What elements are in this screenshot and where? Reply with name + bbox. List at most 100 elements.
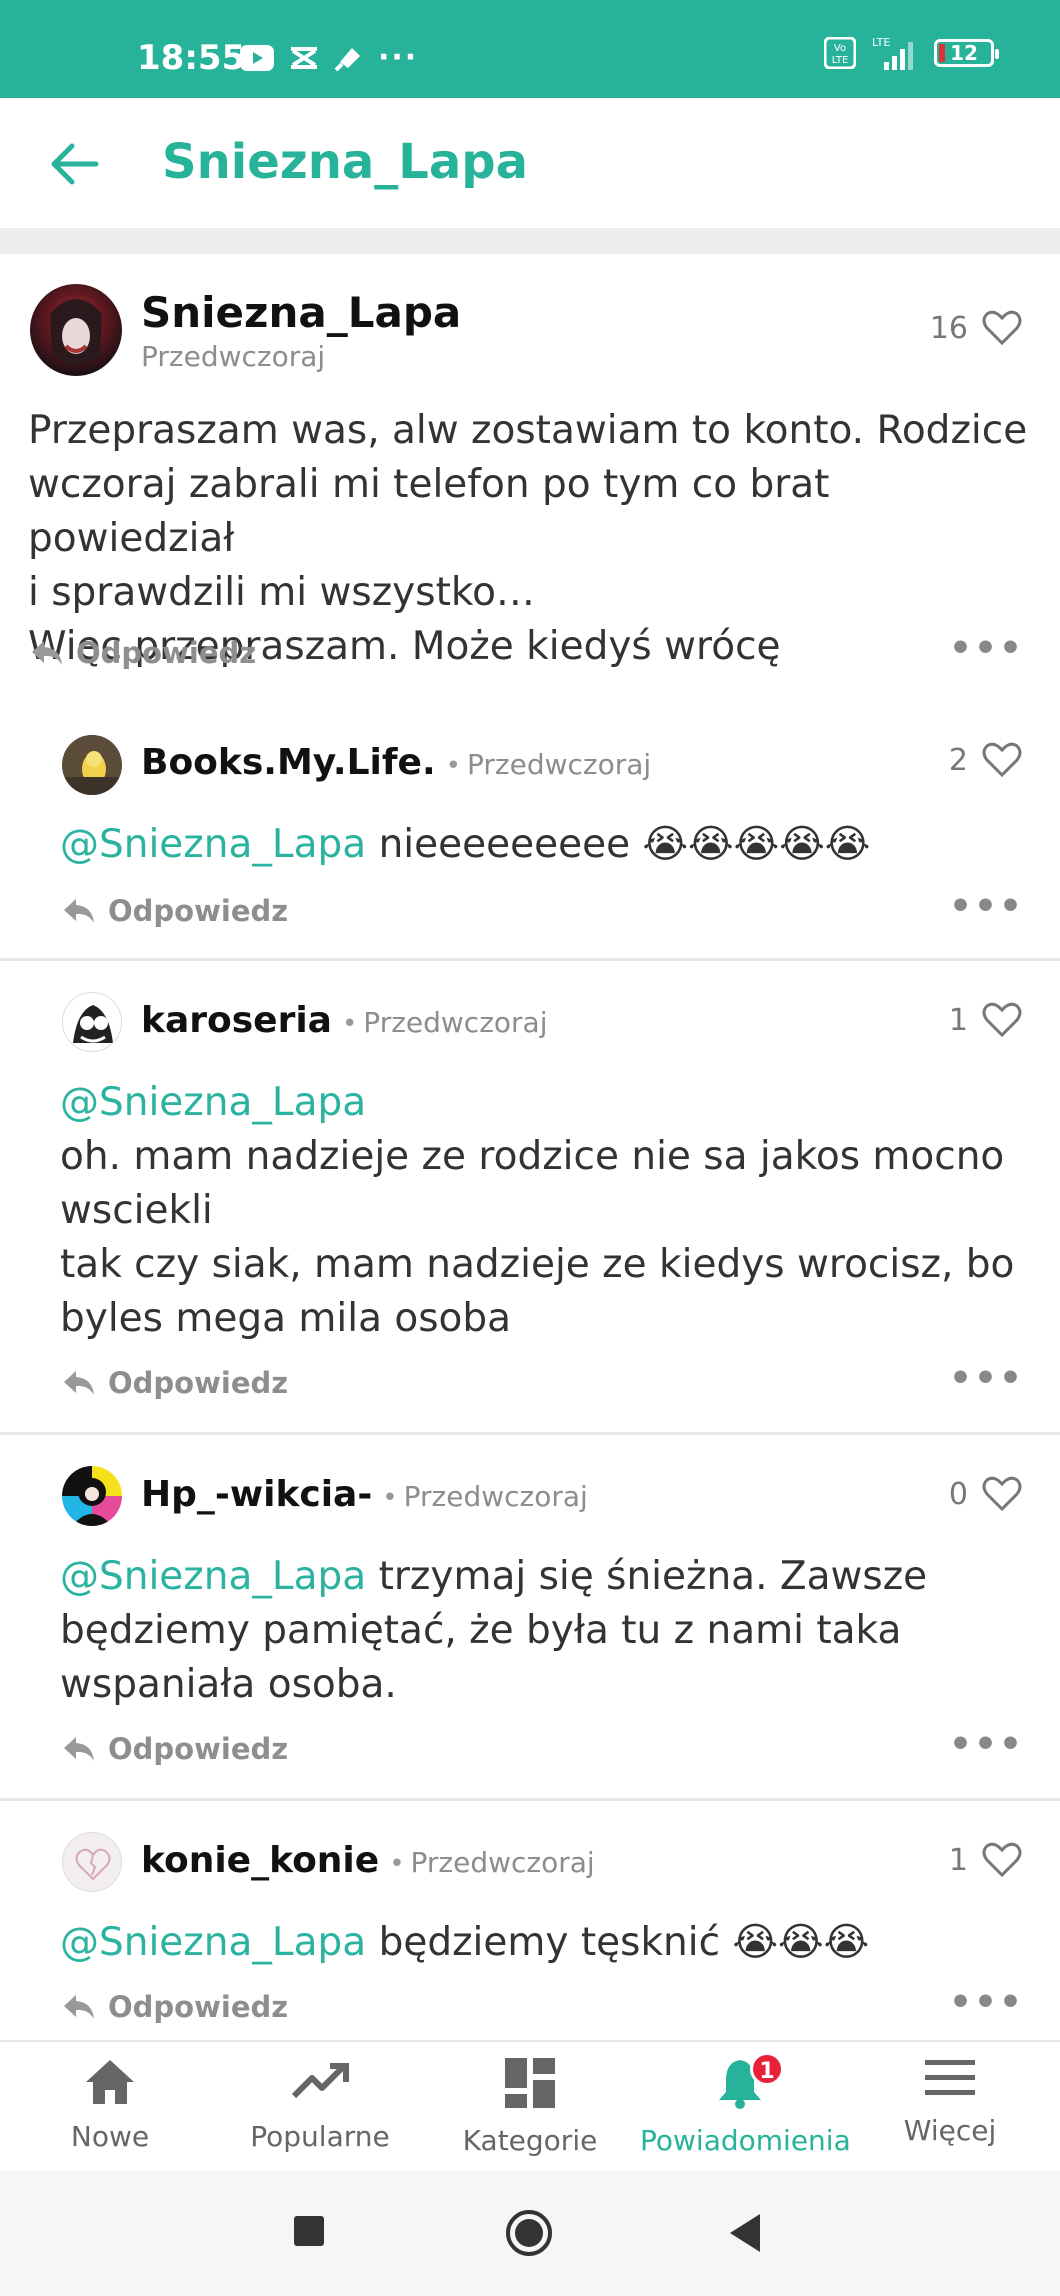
avatar[interactable] [62,1466,122,1526]
notification-badge: 1 [750,2052,784,2086]
comment-line: tak czy siak, mam nadzieje ze kiedys wro… [60,1242,1015,1287]
trending-icon [291,2063,349,2099]
nav-item-wiecej[interactable]: Więcej [850,2056,1050,2147]
reply-label: Odpowiedz [108,1732,289,1766]
more-options-icon[interactable]: ••• [949,886,1024,927]
like-count: 0 [948,1476,968,1512]
like-count: 1 [948,1002,968,1038]
mention-link[interactable]: @Sniezna_Lapa [60,1076,1040,1130]
post-author[interactable]: Sniezna_Lapa [141,288,461,337]
nav-item-nowe[interactable]: Nowe [10,2056,210,2153]
comment-author[interactable]: konie_konie [141,1840,379,1881]
back-button-icon[interactable] [726,2212,764,2254]
avatar[interactable] [62,992,122,1052]
nav-label: Nowe [70,2120,150,2153]
comment-body: @Sniezna_Lapa nieeeeeeeee 😭😭😭😭😭 [60,818,1040,872]
comment-author[interactable]: Hp_-wikcia- [141,1474,372,1515]
avatar[interactable] [30,284,122,376]
like-group[interactable]: 1 [949,1842,1022,1878]
battery-icon: 12 [934,39,999,67]
heart-icon[interactable] [982,1842,1022,1878]
comment-time: Przedwczoraj [467,748,652,781]
post-line: i sprawdzili mi wszystko… [28,570,535,615]
post-body: Przepraszam was, alw zostawiam to konto.… [28,404,1038,674]
like-group[interactable]: 0 [949,1476,1022,1512]
youtube-icon [240,44,274,71]
header-divider [0,228,1060,254]
nav-item-kategorie[interactable]: Kategorie [430,2056,630,2157]
nav-label: Kategorie [462,2124,598,2157]
comment-author[interactable]: Books.My.Life. [141,742,436,783]
reply-button[interactable]: Odpowiedz [62,1990,288,2024]
nav-label: Popularne [250,2120,390,2153]
reply-button[interactable]: Odpowiedz [62,1732,288,1766]
more-notifications-icon: ··· [378,40,419,75]
nav-label: Powiadomienia [640,2124,851,2157]
separator-dot: • [341,1009,358,1039]
more-options-icon[interactable]: ••• [949,1724,1024,1765]
mention-link[interactable]: @Sniezna_Lapa [60,1920,366,1965]
like-group[interactable]: 1 [949,1002,1022,1038]
reply-label: Odpowiedz [108,894,289,928]
home-icon [86,2060,134,2104]
heart-icon[interactable] [982,742,1022,778]
heart-icon[interactable] [982,310,1022,346]
like-count: 16 [929,310,968,346]
reply-label: Odpowiedz [76,636,257,670]
menu-icon [925,2060,975,2095]
status-system-icons: Vo LTE LTE 12 [824,36,999,70]
comment-time: Przedwczoraj [410,1846,595,1879]
reply-button[interactable]: Odpowiedz [30,636,256,670]
comment-body: @Sniezna_Lapa trzymaj się śnieżna. Zawsz… [60,1550,1040,1712]
comment-author[interactable]: karoseria [141,1000,332,1041]
back-arrow-icon[interactable] [50,142,100,186]
comment-time: Przedwczoraj [403,1480,588,1513]
reply-icon [64,1371,94,1395]
svg-text:LTE: LTE [832,55,849,66]
reply-icon [64,1737,94,1761]
post-line: wczoraj zabrali mi telefon po tym co bra… [28,462,830,561]
avatar[interactable] [62,1832,122,1892]
brush-icon [334,47,360,71]
more-options-icon[interactable]: ••• [949,628,1024,669]
nav-item-popularne[interactable]: Popularne [220,2056,420,2153]
signal-icon: LTE [872,36,913,70]
avatar[interactable] [62,735,122,795]
like-count: 1 [948,1842,968,1878]
like-group[interactable]: 16 [930,310,1022,346]
comment-line: byles mega mila osoba [60,1296,512,1341]
reply-icon [64,1995,94,2019]
heart-icon[interactable] [982,1476,1022,1512]
comment-text: nieeeeeeeee 😭😭😭😭😭 [366,822,871,867]
home-button-icon[interactable] [504,2208,554,2258]
recent-apps-icon[interactable] [292,2214,326,2248]
system-navigation-bar [0,2170,1060,2296]
comment-body: @Sniezna_Lapa będziemy tęsknić 😭😭😭 [60,1916,1040,1970]
svg-text:Vo: Vo [834,43,846,54]
separator-dot: • [382,1483,398,1513]
mention-link[interactable]: @Sniezna_Lapa [60,1554,366,1599]
capcut-icon [291,46,317,69]
reply-label: Odpowiedz [108,1990,289,2024]
volte-icon: VoLTE [824,37,856,69]
nav-item-powiadomienia[interactable]: 1 Powiadomienia [640,2052,851,2157]
battery-level: 12 [950,41,978,65]
app-bar: Sniezna_Lapa [0,98,1060,228]
heart-icon[interactable] [982,1002,1022,1038]
nav-label: Więcej [903,2114,997,2147]
status-time: 18:55 [137,38,246,78]
comment-header: karoseria • Przedwczoraj [141,1000,547,1041]
comment-body: @Sniezna_Lapa oh. mam nadzieje ze rodzic… [60,1076,1040,1346]
like-group[interactable]: 2 [949,742,1022,778]
separator-dot: • [445,751,461,781]
reply-icon [32,641,62,665]
reply-icon [64,899,94,923]
reply-button[interactable]: Odpowiedz [62,894,288,928]
more-options-icon[interactable]: ••• [949,1358,1024,1399]
reply-button[interactable]: Odpowiedz [62,1366,288,1400]
comment-divider [0,958,1060,961]
more-options-icon[interactable]: ••• [949,1982,1024,2023]
comment-header: konie_konie • Przedwczoraj [141,1840,595,1881]
comment-line: oh. mam nadzieje ze rodzice nie sa jakos… [60,1134,1005,1179]
mention-link[interactable]: @Sniezna_Lapa [60,822,366,867]
